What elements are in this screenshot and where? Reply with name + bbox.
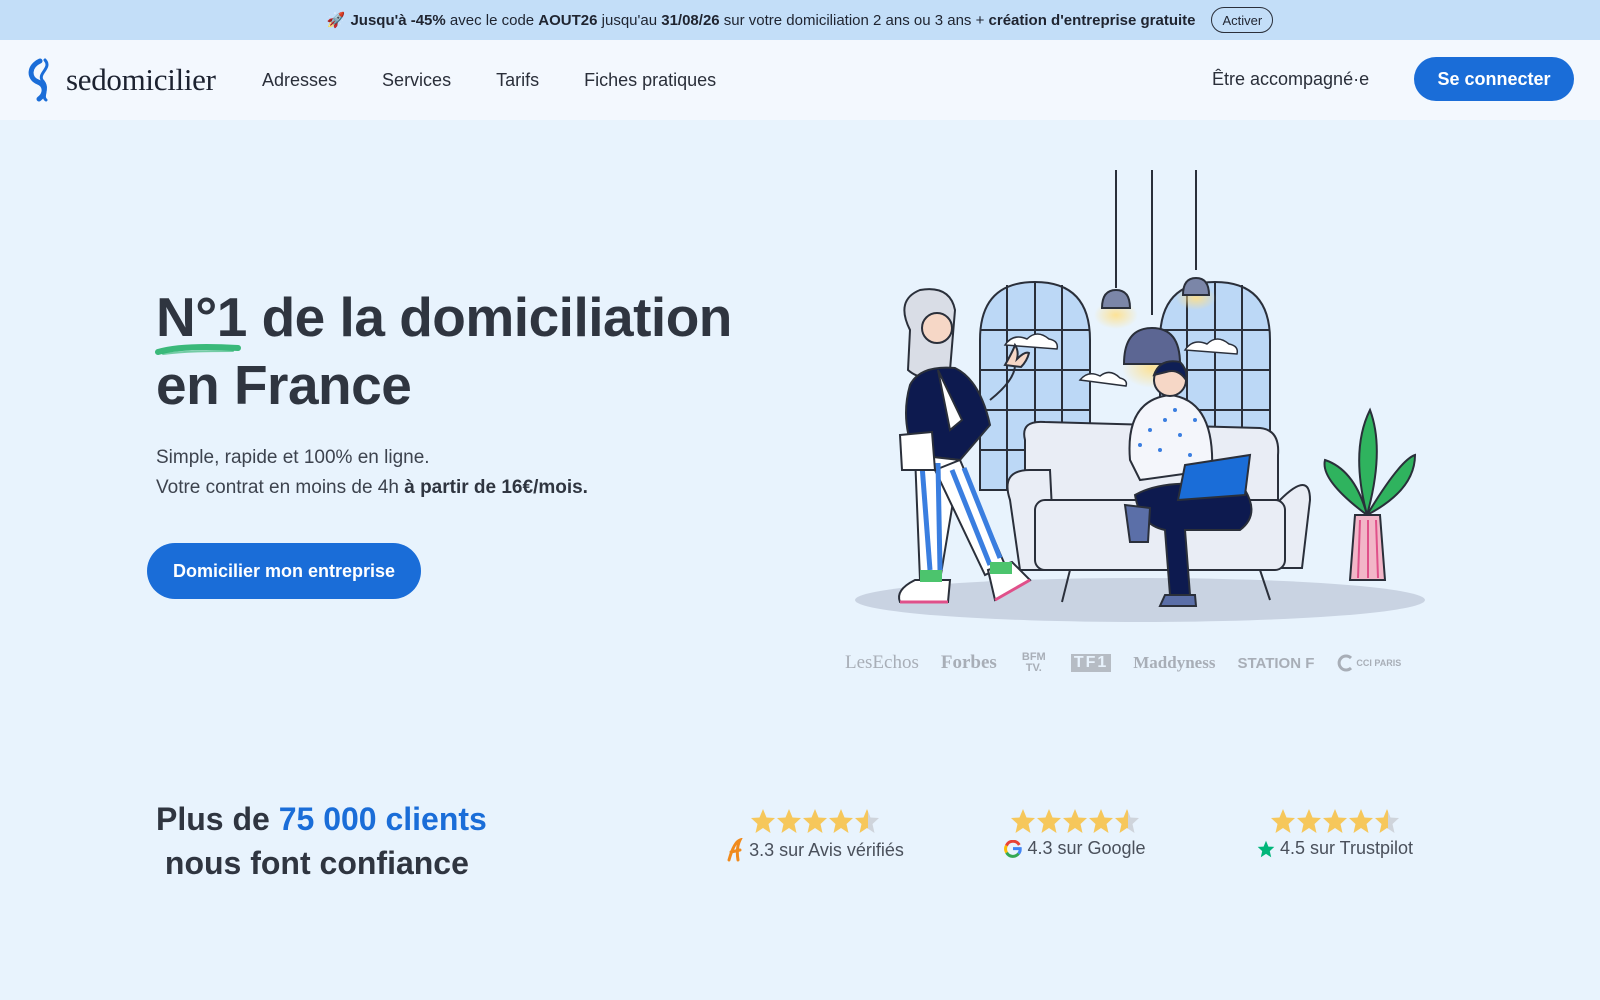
rocket-icon: 🚀 <box>326 12 346 29</box>
star-rating <box>1240 808 1430 834</box>
rating-trustpilot[interactable]: 4.5 sur Trustpilot <box>1240 808 1430 859</box>
stars-icon <box>1271 809 1399 833</box>
press-logo-forbes: Forbes <box>940 652 997 673</box>
promo-highlight: Jusqu'à -45% <box>350 11 446 29</box>
main-nav: Adresses Services Tarifs Fiches pratique… <box>262 40 761 120</box>
hero-illustration <box>855 170 1425 622</box>
stars-icon <box>1011 809 1139 833</box>
press-logo-tf1: TF1 <box>1070 654 1112 672</box>
promo-text-2: jusqu'au <box>597 11 662 29</box>
logo-text: sedomicilier <box>66 62 216 97</box>
rating-google[interactable]: 4.3 sur Google <box>980 808 1170 859</box>
press-logo-cci: CCI PARIS <box>1336 653 1423 673</box>
rating-avis-verifies[interactable]: 3.3 sur Avis vérifiés <box>720 808 910 862</box>
trustpilot-star-icon <box>1257 840 1275 858</box>
press-logo-maddyness: Maddyness <box>1133 653 1216 672</box>
nav-item-fiches-pratiques[interactable]: Fiches pratiques <box>584 70 716 91</box>
hero-title-line1: N°1 de la domiciliation <box>156 286 732 348</box>
cci-icon <box>1338 654 1353 672</box>
avis-verifies-icon <box>726 838 744 862</box>
rating-text: 3.3 sur Avis vérifiés <box>749 839 904 860</box>
hero-subtitle-line2: Votre contrat en moins de 4h à partir de… <box>156 477 588 498</box>
star-rating <box>720 808 910 834</box>
press-logos: LesEchos Forbes BFM TV. TF1 Maddyness ST… <box>845 652 1445 674</box>
login-button[interactable]: Se connecter <box>1414 57 1574 101</box>
promo-banner: 🚀 Jusqu'à -45% avec le code AOUT26 jusqu… <box>0 0 1600 40</box>
press-logo-stationf: STATION F <box>1237 654 1315 672</box>
rating-text: 4.5 sur Trustpilot <box>1279 838 1414 858</box>
google-icon <box>1004 839 1023 858</box>
star-rating <box>980 808 1170 834</box>
site-header: sedomicilier Adresses Services Tarifs Fi… <box>0 40 1600 120</box>
nav-item-adresses[interactable]: Adresses <box>262 70 337 91</box>
promo-code: AOUT26 <box>538 11 598 29</box>
hero-price: à partir de 16€/mois. <box>404 477 588 498</box>
hero-subtitle: Simple, rapide et 100% en ligne. Votre c… <box>156 443 588 503</box>
trust-heading: Plus de 75 000 clients nous font confian… <box>156 801 487 881</box>
stars-icon <box>751 809 879 833</box>
clients-count: 75 000 clients <box>278 801 487 837</box>
support-link[interactable]: Être accompagné·e <box>1212 69 1369 90</box>
promo-text-1: avec le code <box>445 11 539 29</box>
brush-underline-icon <box>155 344 241 355</box>
nav-item-services[interactable]: Services <box>382 70 451 91</box>
nav-item-tarifs[interactable]: Tarifs <box>496 70 539 91</box>
promo-text-3: sur votre domiciliation 2 ans ou 3 ans + <box>719 11 989 29</box>
hero-title-line2: en France <box>156 354 412 416</box>
hero-subtitle-line1: Simple, rapide et 100% en ligne. <box>156 447 430 468</box>
hero-title: N°1 de la domiciliation en France <box>156 283 732 419</box>
press-logo-bfmtv: BFM TV. <box>1021 651 1046 674</box>
activate-button[interactable]: Activer <box>1211 7 1274 33</box>
plant <box>1323 407 1417 581</box>
promo-offer: création d'entreprise gratuite <box>988 11 1196 29</box>
promo-date: 31/08/26 <box>661 11 720 29</box>
logo-icon <box>28 58 49 102</box>
rating-text: 4.3 sur Google <box>1027 838 1146 858</box>
logo[interactable]: sedomicilier <box>26 58 216 102</box>
domicilier-button[interactable]: Domicilier mon entreprise <box>147 543 421 599</box>
press-logo-lesechos: LesEchos <box>845 652 919 673</box>
